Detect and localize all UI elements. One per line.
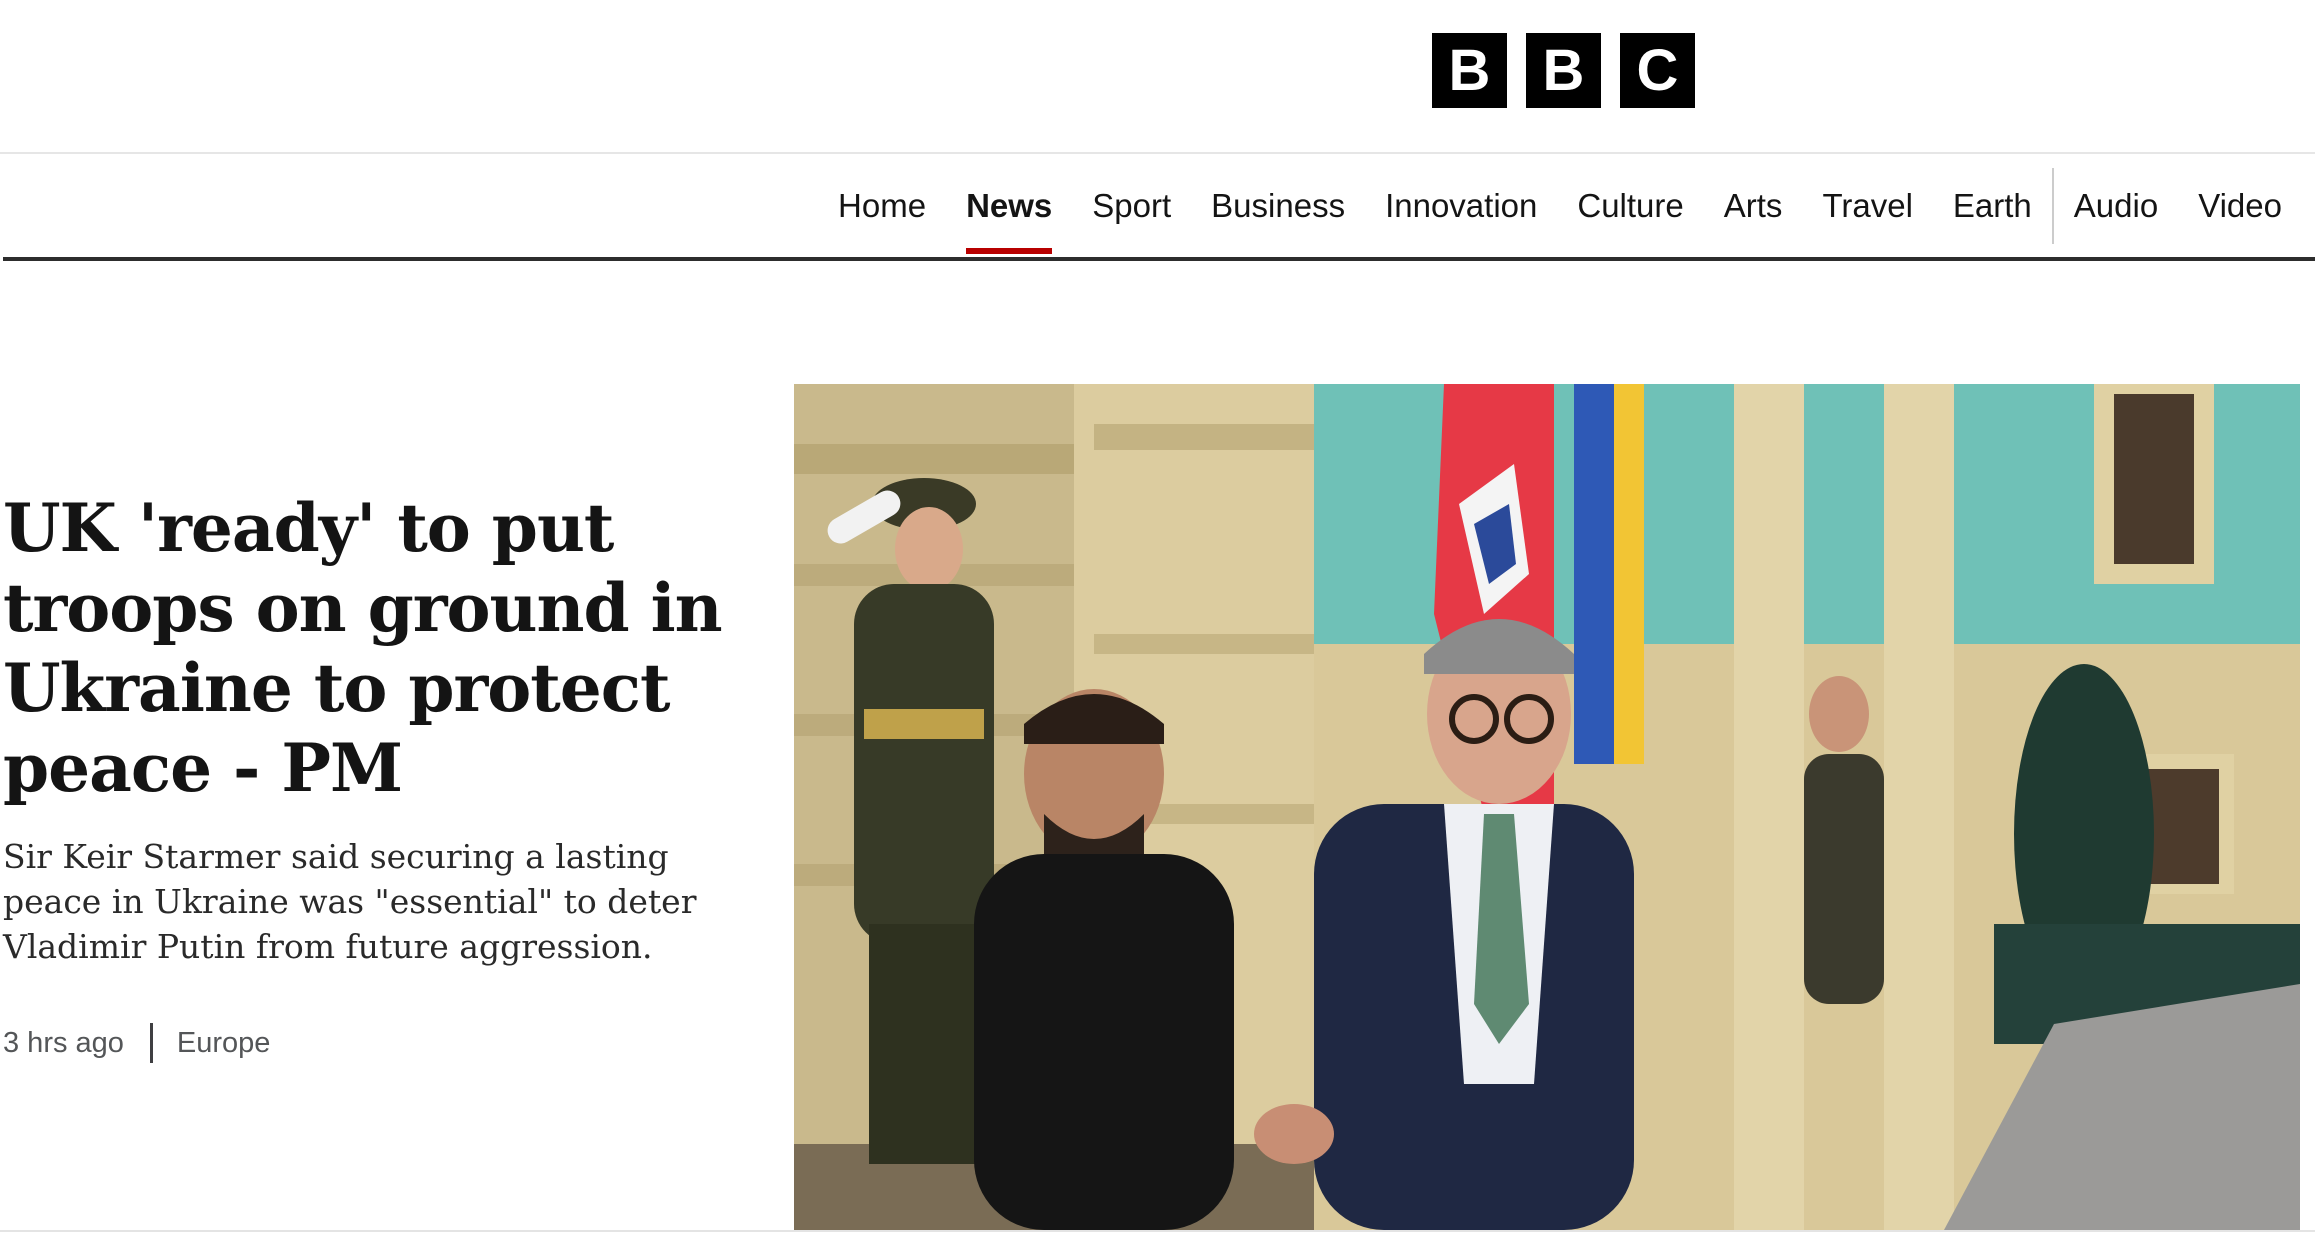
logo-letter-b1: B [1432, 33, 1507, 108]
lead-story-photo[interactable] [794, 384, 2300, 1230]
nav-item-home[interactable]: Home [818, 156, 946, 256]
lead-story[interactable]: UK 'ready' to put troops on ground in Uk… [3, 488, 723, 1063]
logo-letter-b2: B [1526, 33, 1601, 108]
nav-item-innovation[interactable]: Innovation [1365, 156, 1557, 256]
masthead: B B C [0, 0, 2315, 154]
nav-item-video[interactable]: Video [2178, 156, 2302, 256]
nav-item-arts[interactable]: Arts [1704, 156, 1803, 256]
section-bottom-rule [0, 1230, 2315, 1232]
story-timestamp: 3 hrs ago [3, 1026, 124, 1059]
story-section-link[interactable]: Europe [177, 1027, 271, 1060]
logo-letter-c: C [1620, 33, 1695, 108]
nav-item-news[interactable]: News [946, 156, 1072, 256]
nav-item-sport[interactable]: Sport [1072, 156, 1191, 256]
photo-illustration [794, 384, 2300, 1230]
story-headline[interactable]: UK 'ready' to put troops on ground in Uk… [3, 488, 723, 808]
story-summary: Sir Keir Starmer said securing a lasting… [3, 837, 697, 966]
nav-underline-rule [3, 257, 2315, 261]
main-navigation: Home News Sport Business Innovation Cult… [0, 156, 2315, 262]
meta-divider [149, 1023, 153, 1063]
nav-list: Home News Sport Business Innovation Cult… [818, 156, 2302, 256]
nav-item-business[interactable]: Business [1191, 156, 1365, 256]
bbc-logo[interactable]: B B C [1432, 33, 1695, 108]
story-meta: 3 hrs ago Europe [3, 1023, 723, 1063]
nav-item-audio[interactable]: Audio [2054, 156, 2178, 256]
nav-item-travel[interactable]: Travel [1802, 156, 1932, 256]
bbc-homepage: B B C Home News Sport Business Innovatio… [0, 0, 2315, 1250]
nav-item-culture[interactable]: Culture [1557, 156, 1703, 256]
nav-item-earth[interactable]: Earth [1933, 156, 2052, 256]
